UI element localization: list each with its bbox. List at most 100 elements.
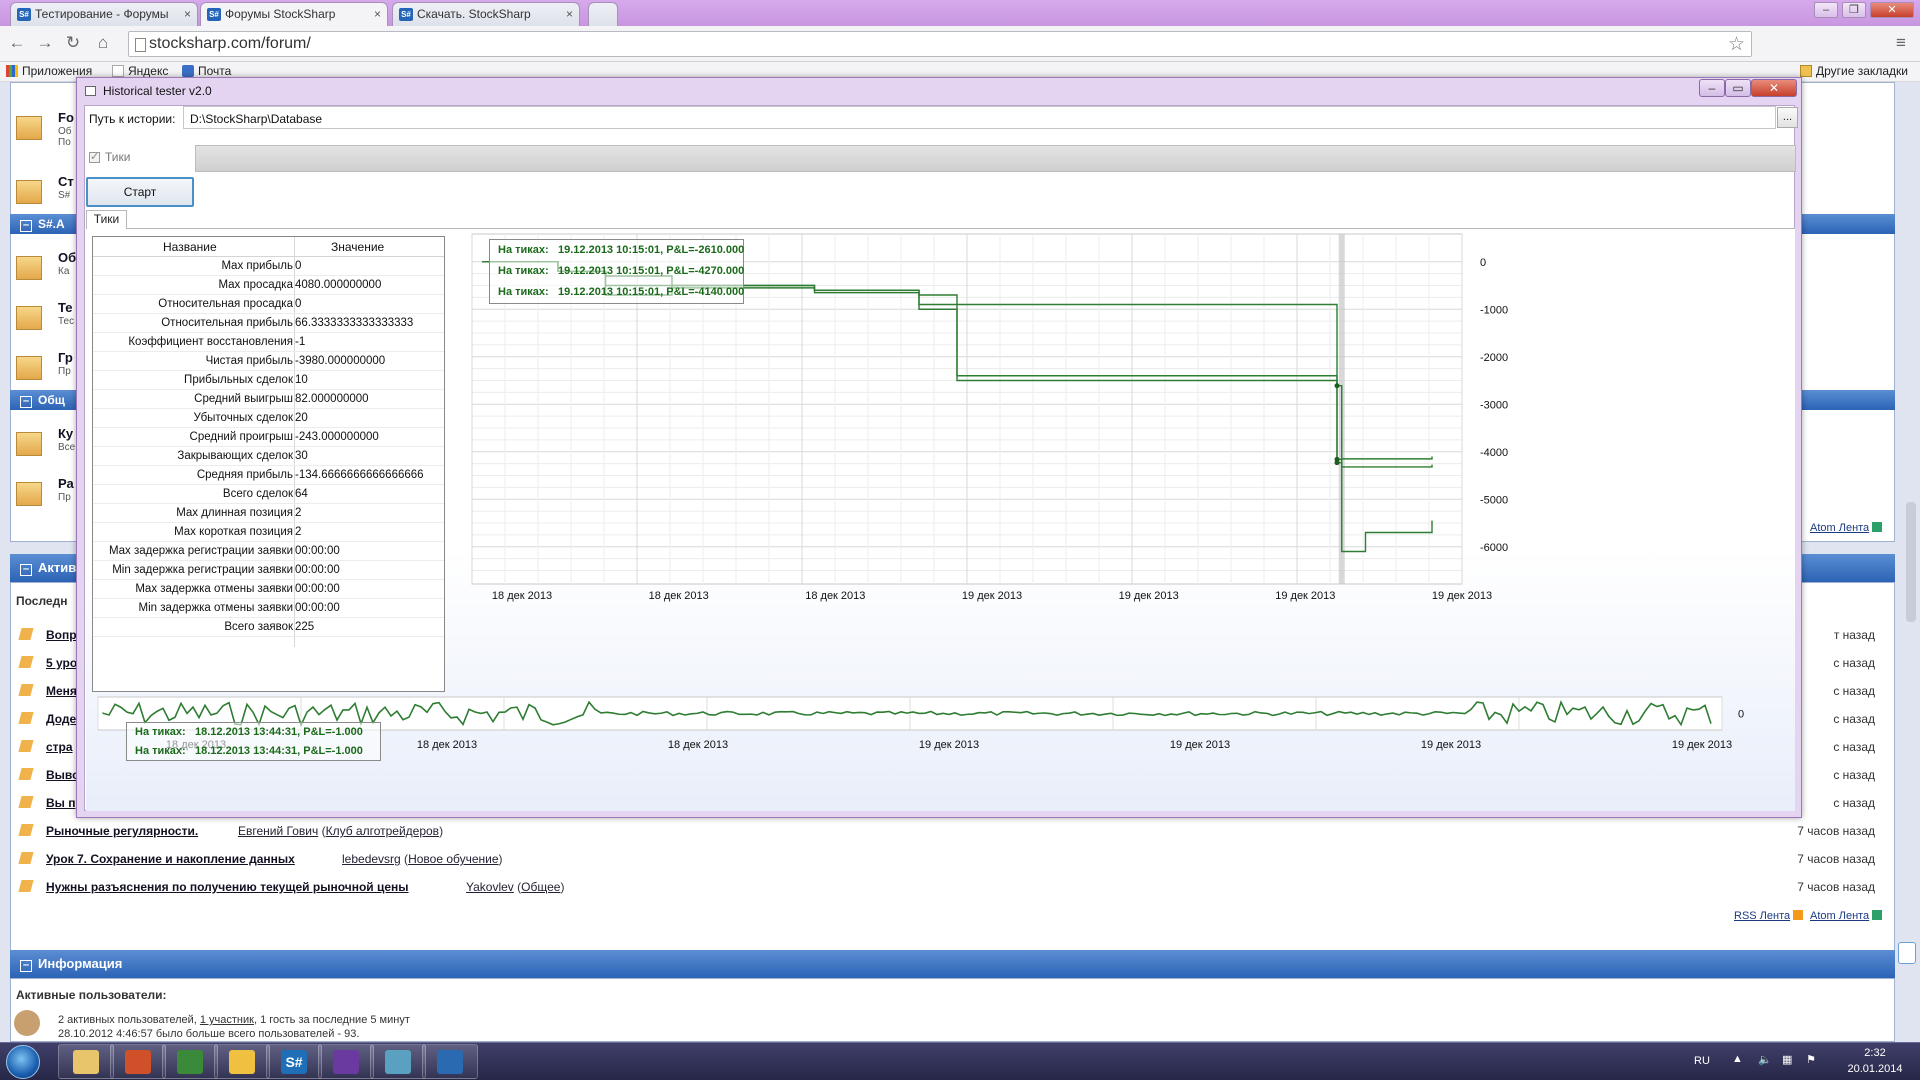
- app-maximize-button[interactable]: ▭: [1725, 79, 1751, 97]
- topic-row[interactable]: Нужны разъяснения по получению текущей р…: [10, 874, 1895, 902]
- browse-button[interactable]: ...: [1777, 107, 1798, 128]
- history-path-input[interactable]: D:\StockSharp\Database: [183, 106, 1776, 129]
- topic-icon: [18, 768, 34, 780]
- tooltip-row: На тиках: 18.12.2013 13:44:31, P&L=-1.000: [135, 726, 363, 738]
- yandex-icon: [112, 65, 124, 77]
- taskbar-app-button[interactable]: [58, 1044, 114, 1079]
- reload-icon[interactable]: ↻: [62, 32, 84, 54]
- taskbar-app-button[interactable]: [318, 1044, 374, 1079]
- collapse-icon[interactable]: –: [20, 220, 32, 232]
- browser-close-button[interactable]: ✕: [1870, 2, 1914, 18]
- topic-icon: [18, 628, 34, 640]
- app-window-icon: [85, 86, 96, 96]
- atom-feed-link[interactable]: Atom Лента: [1810, 522, 1883, 534]
- bookmark-apps[interactable]: Приложения: [6, 64, 92, 78]
- taskbar-app-button[interactable]: [110, 1044, 166, 1079]
- recent-label: Последн: [16, 594, 68, 608]
- cursor-point: [1334, 460, 1340, 466]
- browser-minimize-button[interactable]: –: [1814, 2, 1838, 18]
- taskbar-app-button[interactable]: [370, 1044, 426, 1079]
- page-scrollbar[interactable]: [1906, 502, 1916, 622]
- app-minimize-button[interactable]: –: [1699, 79, 1725, 97]
- start-button[interactable]: Старт: [86, 177, 194, 207]
- section-header-info[interactable]: – Информация: [10, 950, 1895, 978]
- x-tick-label: 18 дек 2013: [805, 590, 865, 602]
- ticks-checkbox-label: Тики: [105, 150, 131, 164]
- language-indicator[interactable]: RU: [1694, 1055, 1710, 1067]
- x-tick-label: 19 дек 2013: [1119, 590, 1179, 602]
- page-icon: [135, 38, 146, 52]
- visual-studio-icon: [333, 1050, 359, 1074]
- x-tick-label: 19 дек 2013: [1170, 739, 1230, 751]
- back-icon[interactable]: ←: [6, 32, 28, 54]
- y-tick-label: -1000: [1480, 304, 1508, 316]
- browser-restore-button[interactable]: ❐: [1842, 2, 1866, 18]
- side-widget-icon[interactable]: [1898, 942, 1916, 964]
- bookmark-other[interactable]: Другие закладки: [1800, 64, 1908, 78]
- network-icon[interactable]: ▦: [1782, 1053, 1792, 1066]
- topic-icon: [18, 740, 34, 752]
- taskbar-app-button[interactable]: S#: [266, 1044, 322, 1079]
- collapse-icon[interactable]: –: [20, 564, 32, 576]
- address-bar[interactable]: stocksharp.com/forum/ ☆: [128, 31, 1752, 57]
- forum-category[interactable]: Fo Об По: [12, 108, 84, 154]
- x-tick-label: 18 дек 2013: [668, 739, 728, 751]
- taskbar-app-button[interactable]: [422, 1044, 478, 1079]
- menu-icon[interactable]: ≡: [1890, 32, 1912, 54]
- browser-tab-download[interactable]: S# Скачать. StockSharp ×: [392, 2, 580, 26]
- forum-category[interactable]: Гр Пр: [12, 348, 84, 394]
- y-tick-label: 0: [1738, 709, 1744, 721]
- x-tick-label: 19 дек 2013: [1432, 590, 1492, 602]
- screen: { "browser": { "tabs": [ {"label": "Тест…: [0, 0, 1920, 1080]
- path-label: Путь к истории:: [89, 112, 176, 126]
- app-close-button[interactable]: ✕: [1751, 79, 1797, 97]
- taskbar-app-button[interactable]: [214, 1044, 270, 1079]
- tab-ticks[interactable]: Тики: [86, 210, 127, 229]
- atom-feed-link[interactable]: Atom Лента: [1810, 910, 1883, 922]
- browser-tab-forums[interactable]: S# Форумы StockSharp ×: [200, 2, 388, 27]
- browser-toolbar: ← → ↻ ⌂ stocksharp.com/forum/ ☆ ≡: [0, 26, 1920, 62]
- forum-folder-icon: [16, 116, 42, 140]
- forum-folder-icon: [16, 256, 42, 280]
- close-tab-icon[interactable]: ×: [184, 3, 191, 25]
- flag-icon[interactable]: ⚑: [1806, 1053, 1816, 1066]
- topic-row[interactable]: Рыночные регулярности. Евгений Гович (Клу…: [10, 818, 1895, 846]
- bookmark-mail[interactable]: Почта: [182, 64, 231, 78]
- forum-folder-icon: [16, 356, 42, 380]
- x-tick-label: 19 дек 2013: [1275, 590, 1335, 602]
- forum-category[interactable]: Ра Пр: [12, 474, 84, 520]
- forum-category[interactable]: Ст S#: [12, 172, 84, 218]
- close-tab-icon[interactable]: ×: [374, 3, 381, 25]
- start-menu-icon[interactable]: [6, 1045, 40, 1079]
- tooltip-row: На тиках: 19.12.2013 10:15:01, P&L=-4270.…: [498, 265, 745, 277]
- explorer-icon: [73, 1050, 99, 1074]
- forum-category[interactable]: Ку Все: [12, 424, 84, 470]
- forum-category[interactable]: Об Ка: [12, 248, 84, 294]
- taskbar-app-button[interactable]: [162, 1044, 218, 1079]
- browser-tab-testing[interactable]: S# Тестирование - Форумы ×: [10, 2, 198, 26]
- ticks-checkbox[interactable]: [89, 150, 100, 163]
- y-tick-label: 0: [1480, 257, 1486, 269]
- topic-row[interactable]: Урок 7. Сохранение и накопление данных le…: [10, 846, 1895, 874]
- rss-feed-link[interactable]: RSS Лента: [1734, 910, 1804, 922]
- cursor-point: [1334, 383, 1340, 389]
- topic-icon: [18, 796, 34, 808]
- clock-date[interactable]: 20.01.2014: [1836, 1063, 1914, 1075]
- forward-icon[interactable]: →: [34, 32, 56, 54]
- volume-icon[interactable]: 🔈: [1758, 1053, 1772, 1066]
- app-content: Путь к истории: D:\StockSharp\Database .…: [84, 105, 1798, 811]
- close-tab-icon[interactable]: ×: [566, 3, 573, 25]
- clock-time[interactable]: 2:32: [1850, 1047, 1900, 1059]
- forum-category[interactable]: Те Тес: [12, 298, 84, 344]
- bookmark-star-icon[interactable]: ☆: [1728, 33, 1745, 56]
- app-titlebar[interactable]: Historical tester v2.0 – ▭ ✕: [77, 78, 1801, 104]
- collapse-icon[interactable]: –: [20, 960, 32, 972]
- new-tab-button[interactable]: [588, 2, 618, 26]
- topic-icon: [18, 880, 34, 892]
- app-title: Historical tester v2.0: [103, 84, 212, 98]
- bookmark-yandex[interactable]: Яндекс: [112, 64, 168, 78]
- topic-icon: [18, 824, 34, 836]
- home-icon[interactable]: ⌂: [92, 32, 114, 54]
- show-hidden-icons-icon[interactable]: ▲: [1732, 1053, 1743, 1065]
- collapse-icon[interactable]: –: [20, 396, 32, 408]
